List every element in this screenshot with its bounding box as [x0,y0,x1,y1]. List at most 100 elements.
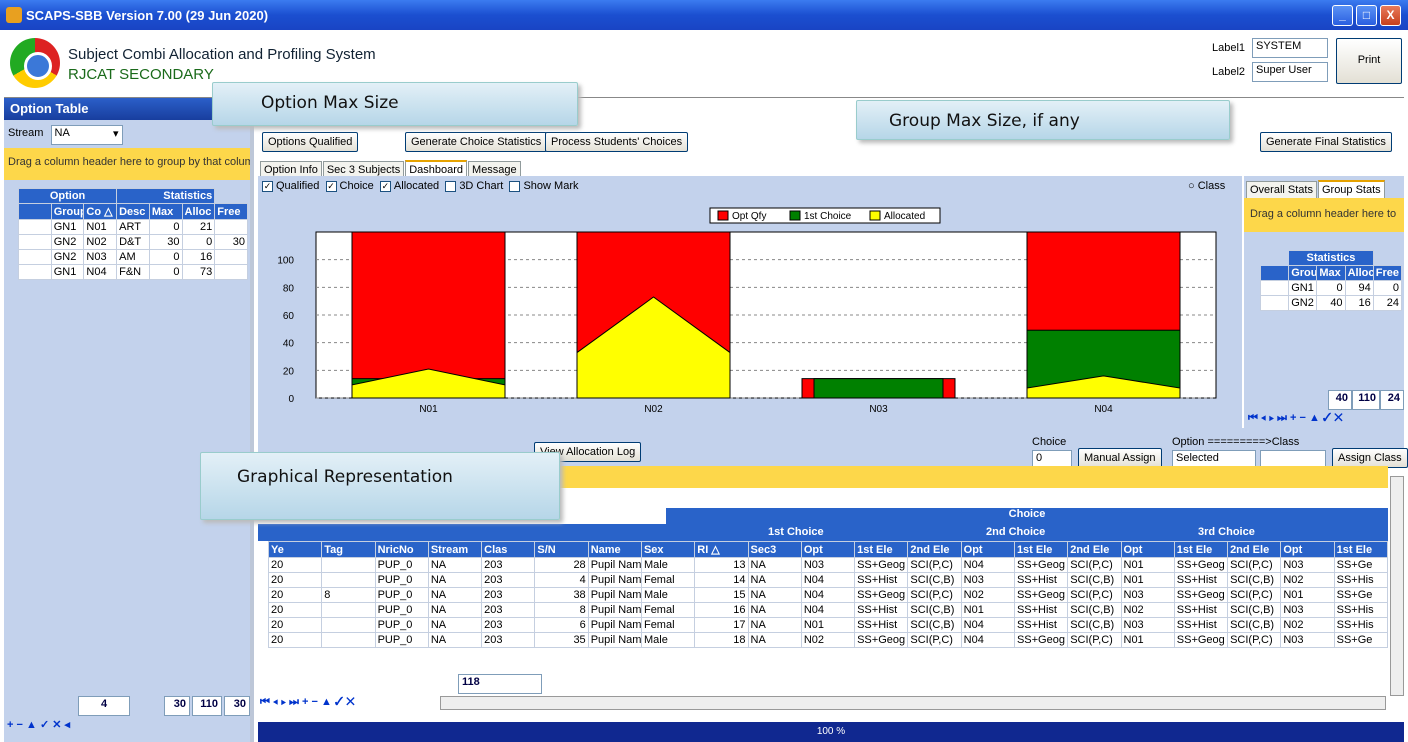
table-cell: N01 [1120,557,1175,573]
y-tick-label: 20 [283,366,295,377]
table-cell [321,557,376,573]
table-row[interactable]: GN2 N03 AM 0 16 [18,249,248,265]
table-cell: N03 [960,572,1015,588]
table-cell: 203 [481,572,536,588]
column-header[interactable]: 1st Ele [1173,541,1229,558]
table-cell: SS+Hist [1173,617,1229,633]
table-row[interactable]: 20PUP_0NA2034Pupil Name 0167Femal14NAN04… [267,572,1389,588]
column-header[interactable]: Co △ [83,203,118,220]
table-row[interactable]: 20PUP_0NA2036Pupil Name 0223Femal17NAN01… [267,617,1389,633]
column-header[interactable]: 2nd Ele [1067,541,1122,558]
table-cell: 15 [694,587,749,603]
column-header[interactable]: Stream [427,541,483,558]
column-header[interactable]: S/N [534,541,589,558]
table-row[interactable]: GN1 0 94 0 [1259,280,1403,296]
generate-final-stats-button[interactable]: Generate Final Statistics [1260,132,1392,152]
label1-field[interactable]: SYSTEM [1252,38,1328,58]
options-qualified-button[interactable]: Options Qualified [262,132,359,152]
column-header[interactable]: Group [50,203,85,220]
table-cell [214,264,248,280]
column-header[interactable]: 1st Ele [854,541,909,558]
column-header[interactable]: Opt [800,541,856,558]
close-button[interactable]: X [1380,5,1401,26]
table-cell: SS+Geog [1173,587,1229,603]
tab-group-stats[interactable]: Group Stats [1317,180,1385,198]
table-cell: N02 [800,632,856,648]
table-cell: SS+Geog [1013,557,1069,573]
column-header[interactable]: Opt [1120,541,1175,558]
column-header[interactable]: Alloc [1344,265,1374,281]
stream-select[interactable]: NA ▾ [50,125,123,145]
column-header[interactable]: Clas [481,541,536,558]
table-row[interactable]: 20PUP_0NA2038Pupil Name 0006Femal16NAN04… [267,602,1389,618]
label1: Label1 [1212,42,1246,54]
column-header[interactable]: Tag [321,541,376,558]
table-cell: SCI(C,B) [1227,617,1282,633]
table-row[interactable]: 208PUP_0NA20338Pupil Name 0123Male15NAN0… [267,587,1389,603]
column-header[interactable]: Free [1372,265,1403,281]
table-row[interactable]: GN1 N04 F&N 0 73 [18,264,248,280]
maximize-button[interactable]: □ [1356,5,1377,26]
table-cell: NA [427,602,483,618]
table-cell: GN1 [50,219,85,235]
table-cell: 20 [267,572,323,588]
table-cell: SCI(P,C) [907,557,962,573]
table-row[interactable]: GN1 N01 ART 0 21 [18,219,248,235]
process-choices-button[interactable]: Process Students' Choices [545,132,689,152]
table-cell: D&T [116,234,150,250]
table-cell: N03 [1280,557,1335,573]
column-header[interactable]: 2nd Ele [907,541,962,558]
table-cell: 14 [694,572,749,588]
column-header[interactable]: Desc [116,203,150,220]
table-cell: Pupil Name 0123 [587,587,642,603]
right-navigator[interactable]: ⏮ ◂ ▸ ⏭ + − ▲ ✓ ✕ [1248,412,1343,425]
table-row[interactable]: GN2 N02 D&T 30 0 30 [18,234,248,250]
table-row[interactable]: 20PUP_0NA20335Pupil Name 0057Male18NAN02… [267,632,1389,648]
assign-class-button[interactable]: Assign Class [1332,448,1408,468]
grid-navigator[interactable]: ⏮ ◂ ▸ ⏭ + − ▲ ✓ ✕ [260,696,355,709]
app-icon [6,7,22,23]
left-navigator[interactable]: + − ▲ ✓ ✕ ◂ [4,718,250,734]
tab-overall-stats[interactable]: Overall Stats [1246,181,1317,198]
column-header[interactable]: Max [148,203,183,220]
column-header[interactable]: Group [1288,265,1318,281]
label2-field[interactable]: Super User [1252,62,1328,82]
second-choice-header: 2nd Choice [986,526,1046,538]
minimize-button[interactable]: _ [1332,5,1353,26]
option-count: 4 [78,696,130,716]
column-header[interactable]: RI △ [694,541,749,558]
legend-label: 1st Choice [804,211,852,222]
table-cell: SCI(C,B) [907,572,962,588]
table-cell: SS+Hist [854,572,909,588]
table-row[interactable]: GN2 40 16 24 [1259,295,1403,311]
chevron-down-icon[interactable]: ▾ [113,127,119,140]
manual-assign-button[interactable]: Manual Assign [1078,448,1162,468]
table-cell: SCI(P,C) [1067,587,1122,603]
vertical-scrollbar[interactable] [1390,476,1404,696]
column-header[interactable]: 1st Ele [1013,541,1069,558]
table-cell: Pupil Name 0006 [587,602,642,618]
column-header[interactable]: Name [587,541,642,558]
column-header[interactable]: 1st Ele [1333,541,1389,558]
print-button[interactable]: Print [1336,38,1402,84]
column-header[interactable]: Sec3 [747,541,802,558]
table-cell: SCI(P,C) [1227,632,1282,648]
column-header[interactable]: Alloc [181,203,216,220]
table-cell: SCI(P,C) [907,587,962,603]
horizontal-scrollbar[interactable] [440,696,1386,710]
table-row[interactable]: 20PUP_0NA20328Pupil Name 0170Male13NAN03… [267,557,1389,573]
column-header[interactable]: Ye [267,541,323,558]
column-header[interactable]: Opt [960,541,1015,558]
table-cell: N03 [83,249,118,265]
table-cell: N01 [1120,572,1175,588]
column-header[interactable]: Opt [1280,541,1335,558]
table-cell: GN2 [50,249,85,265]
column-header[interactable]: Max [1316,265,1346,281]
column-header[interactable]: 2nd Ele [1227,541,1282,558]
generate-choice-stats-button[interactable]: Generate Choice Statistics [405,132,548,152]
table-cell: N04 [960,557,1015,573]
column-header[interactable]: NricNo [374,541,429,558]
column-header[interactable]: Sex [640,541,696,558]
column-header[interactable]: Free [214,203,248,220]
table-cell: N03 [1280,602,1335,618]
